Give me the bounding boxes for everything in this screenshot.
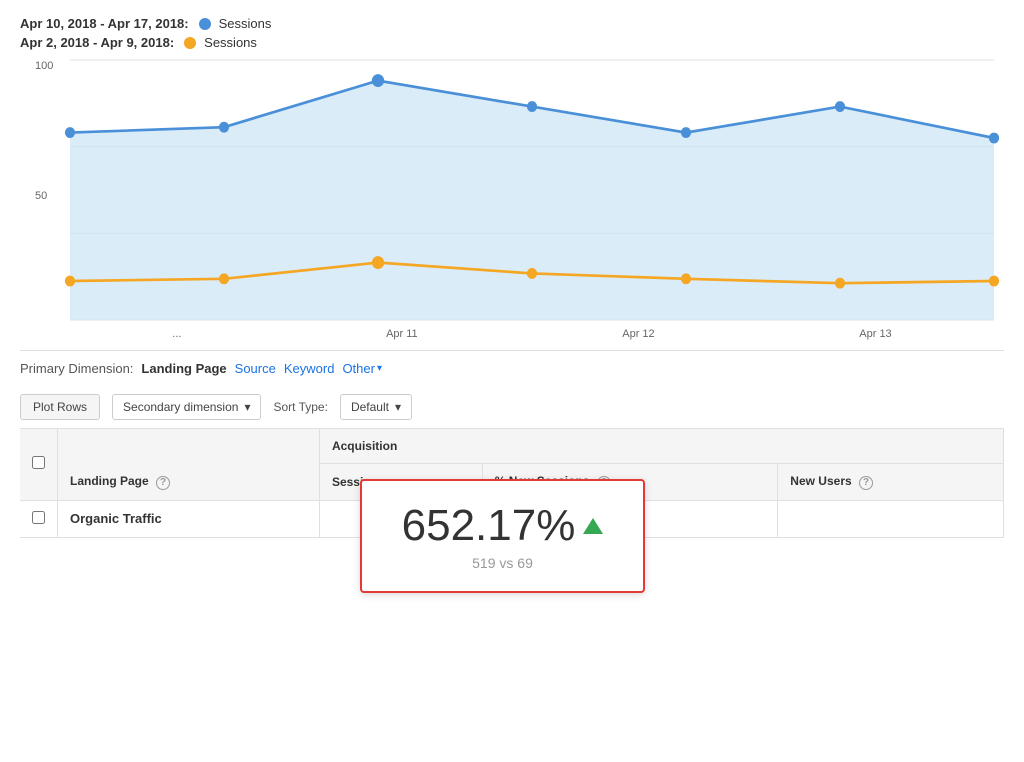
orange-dot-4 (527, 268, 537, 279)
primary-dimension-label: Primary Dimension: (20, 361, 133, 376)
landing-page-header: Landing Page ? (58, 429, 320, 500)
chart-svg (70, 60, 994, 320)
chart-legend: Apr 10, 2018 - Apr 17, 2018: Sessions Ap… (20, 16, 1004, 50)
data-table-section: Landing Page ? Acquisition Sessions % Ne… (20, 429, 1004, 538)
controls-bar: Plot Rows Secondary dimension ▾ Sort Typ… (20, 386, 1004, 429)
new-users-header: New Users ? (778, 464, 1004, 501)
blue-dot-3 (372, 74, 384, 87)
y-label-50: 50 (35, 190, 53, 202)
organic-traffic-label: Organic Traffic (70, 511, 162, 526)
blue-dot-6 (835, 101, 845, 112)
sort-chevron: ▾ (395, 400, 401, 414)
comparison-tooltip: 652.17% 519 vs 69 (360, 479, 645, 593)
blue-dot-2 (219, 122, 229, 133)
orange-dot-1 (65, 276, 75, 287)
legend-series-1: Sessions (219, 16, 272, 31)
dimension-other[interactable]: Other ▾ (342, 361, 382, 376)
tooltip-percent-value: 652.17% (402, 501, 576, 551)
x-label-apr13: Apr 13 (859, 328, 891, 340)
secondary-dimension-chevron: ▾ (244, 400, 250, 414)
tooltip-percent-display: 652.17% (386, 501, 619, 551)
organic-traffic-cell: Organic Traffic (58, 500, 320, 537)
y-label-100: 100 (35, 60, 53, 72)
orange-dot-3 (372, 256, 384, 269)
legend-date-range-2: Apr 2, 2018 - Apr 9, 2018: (20, 35, 174, 50)
acquisition-header: Acquisition (319, 429, 1003, 464)
dimension-landing-page[interactable]: Landing Page (141, 361, 226, 376)
chart-area: 100 50 (70, 60, 994, 320)
plot-rows-button[interactable]: Plot Rows (20, 394, 100, 420)
dimension-keyword[interactable]: Keyword (284, 361, 335, 376)
orange-dot-2 (219, 273, 229, 284)
other-chevron: ▾ (377, 363, 382, 374)
orange-dot-5 (681, 273, 691, 284)
row-checkbox[interactable] (32, 511, 45, 524)
other-label: Other (342, 361, 375, 376)
chart-y-axis: 100 50 (35, 60, 53, 320)
sort-default-dropdown[interactable]: Default ▾ (340, 394, 412, 420)
new-users-cell (778, 500, 1004, 537)
new-users-help-icon[interactable]: ? (859, 476, 873, 490)
x-label-dots: ... (172, 328, 181, 340)
blue-dot-5 (681, 127, 691, 138)
legend-date-range-1: Apr 10, 2018 - Apr 17, 2018: (20, 16, 189, 31)
x-label-apr12: Apr 12 (622, 328, 654, 340)
sort-type-label: Sort Type: (273, 400, 327, 414)
row-checkbox-cell (20, 500, 58, 537)
legend-series-2: Sessions (204, 35, 257, 50)
legend-dot-2 (184, 37, 196, 49)
dimension-source[interactable]: Source (235, 361, 276, 376)
primary-dimension-bar: Primary Dimension: Landing Page Source K… (20, 350, 1004, 386)
legend-row-1: Apr 10, 2018 - Apr 17, 2018: Sessions (20, 16, 1004, 31)
x-label-apr11: Apr 11 (386, 328, 418, 340)
chart-x-axis: ... Apr 11 Apr 12 Apr 13 (70, 328, 994, 340)
blue-dot-4 (527, 101, 537, 112)
tooltip-compare-values: 519 vs 69 (386, 555, 619, 571)
blue-dot-1 (65, 127, 75, 138)
orange-dot-6 (835, 278, 845, 289)
secondary-dimension-dropdown[interactable]: Secondary dimension ▾ (112, 394, 261, 420)
secondary-dimension-label: Secondary dimension (123, 400, 238, 414)
tooltip-up-arrow (583, 518, 603, 534)
checkbox-header (20, 429, 58, 500)
select-all-checkbox[interactable] (32, 456, 45, 469)
legend-dot-1 (199, 18, 211, 30)
landing-page-help-icon[interactable]: ? (156, 476, 170, 490)
orange-dot-7 (989, 276, 999, 287)
legend-row-2: Apr 2, 2018 - Apr 9, 2018: Sessions (20, 35, 1004, 50)
sort-default-label: Default (351, 400, 389, 414)
blue-dot-7 (989, 133, 999, 144)
